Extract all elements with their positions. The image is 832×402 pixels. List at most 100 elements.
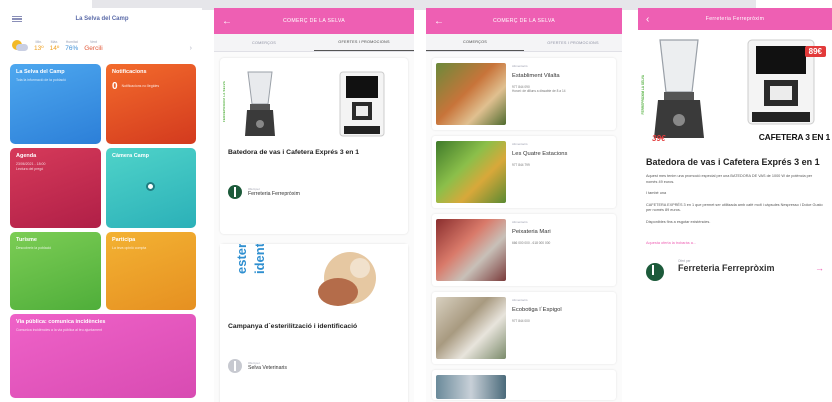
shop-photo [436, 63, 506, 125]
offer-detail-screen: ‹ Ferreteria Ferrepròxim FERREPROXIM LA … [638, 8, 832, 402]
weather-humidity: Humitat 76% [65, 40, 78, 52]
shop-photo [436, 141, 506, 203]
seller-name: Ferreteria Ferrepròxim [248, 191, 300, 198]
shop-item[interactable]: Alimentació Peixateria Mari 666 000 000 … [432, 214, 616, 286]
arrow-right-icon[interactable]: → [815, 263, 824, 273]
tile-title: Participa [112, 237, 136, 243]
tile-tourism[interactable]: Turisme Descobreix la població [10, 232, 101, 310]
shop-category: Alimentació [512, 64, 528, 68]
header-title: COMERÇ DE LA SELVA [283, 18, 345, 24]
vet-logo-icon [228, 359, 242, 374]
shop-name: Ecobotiga l´Espigol [512, 307, 562, 313]
shop-photo [436, 375, 506, 399]
tile-title: Agenda [16, 153, 37, 159]
tab-bar: COMERÇOS OFERTES I PROMOCIONS [214, 34, 414, 52]
offer-image: FERREPROXIM LA SELVA [220, 64, 408, 140]
notification-number: 0 [112, 81, 118, 92]
detail-image: FERREPROXIM LA SELVA 39€ 89€ CAFETERA 3 … [638, 30, 832, 152]
offer-description: CAFETERA EXPRÉS 3 en 1 que permet ser ut… [646, 202, 823, 213]
product-caption: CAFETERA 3 EN 1 [758, 132, 831, 142]
tile-notifications[interactable]: Notificacions 0 Notificacions no llegide… [106, 64, 196, 144]
tile-title: La Selva del Camp [16, 69, 65, 75]
tab-offers[interactable]: OFERTES I PROMOCIONS [314, 34, 414, 51]
shop-item[interactable] [432, 370, 616, 400]
weather-min: Min. 13º [34, 40, 44, 52]
tile-agenda[interactable]: Agenda 23/06/2021 - 18:00 Lectura del pr… [10, 148, 101, 228]
weather-value: 14º [49, 45, 60, 52]
where-to-find-link[interactable]: Aquesta oferta la trobaràs a... [646, 241, 824, 245]
store-logo-icon [228, 185, 242, 200]
weather-label: Màx. [50, 40, 59, 44]
weather-value: 76% [65, 45, 79, 52]
tab-bar: COMERÇOS OFERTES I PROMOCIONS [426, 34, 622, 52]
store-logo-icon [646, 263, 664, 282]
price-left: 39€ [652, 134, 666, 143]
shop-phone: 666 000 000 - 618 000 000 [512, 241, 551, 245]
products-illustration [245, 71, 385, 137]
detail-body: Batedora de vas i Cafetera Exprés 3 en 1… [638, 156, 832, 282]
tile-participa[interactable]: Participa La teva opinió compta [106, 232, 196, 310]
offer-title: Batedora de vas i Cafetera Exprés 3 en 1 [228, 149, 360, 156]
shop-hours: Horari: de dilluns a dissabte de 8 a 14 [512, 89, 566, 94]
price-right: 89€ [804, 46, 826, 57]
app-header: ‹ Ferreteria Ferrepròxim [638, 8, 832, 30]
offer-seller: Ofert per Selva Veterinaris [220, 359, 408, 374]
offer-card[interactable]: ⋮ FERREPROXIM LA SELVA Batedora d [220, 58, 408, 234]
tile-title: Càmera Camp [112, 153, 149, 159]
back-arrow-icon[interactable]: ← [222, 16, 240, 27]
offer-description: Aquest mes tenim una promoció especial p… [646, 174, 813, 184]
page-title: La Selva del Camp [75, 16, 129, 22]
weather-value: Gercili [84, 45, 103, 52]
shop-item[interactable]: Alimentació Les Quatre Estacions 977 844… [432, 136, 616, 208]
chevron-right-icon[interactable]: › [190, 45, 192, 52]
offer-card[interactable]: ⋮ esterilitza identifica Campanya d´este… [220, 213, 408, 402]
offers-screen: ← COMERÇ DE LA SELVA COMERÇOS OFERTES I … [214, 8, 414, 402]
shop-item[interactable]: Alimentació Establiment Vilalta 977 844 … [432, 58, 616, 130]
notification-count: 0 Notificacions no llegides [112, 81, 190, 92]
weather-label: Min. [35, 40, 43, 44]
brand-strip: FERREPROXIM LA SELVA [220, 64, 228, 140]
menu-icon[interactable] [12, 15, 22, 23]
shop-category: Alimentació [512, 298, 528, 302]
shop-phone: 977 844 000 [512, 319, 530, 323]
app-screenshots-collage: La Selva del Camp Min. 13º Màx. 14º Humi… [0, 0, 832, 402]
detail-seller[interactable]: Ofert per Ferreteria Ferrepròxim → [646, 259, 824, 282]
tab-shops[interactable]: COMERÇOS [214, 34, 314, 51]
sterilization-banner: esterilitza identifica [220, 213, 408, 314]
offer-seller: Ofert per Ferreteria Ferrepròxim [220, 185, 408, 200]
shop-name: Establiment Vilalta [512, 73, 560, 79]
tab-offers[interactable]: OFERTES I PROMOCIONS [524, 34, 622, 51]
notification-desc: Notificacions no llegides [121, 84, 160, 89]
shop-phone: 977 844 799 [512, 163, 530, 167]
svg-text:identifica: identifica [252, 244, 267, 274]
back-arrow-icon[interactable]: ‹ [646, 14, 664, 25]
header-title: COMERÇ DE LA SELVA [493, 18, 555, 24]
weather-max: Màx. 14º [50, 40, 60, 52]
shop-photo [436, 219, 506, 281]
partly-cloudy-icon [12, 40, 28, 52]
offer-title: Batedora de vas i Cafetera Exprés 3 en 1 [646, 157, 820, 167]
tile-subtitle: Descobreix la població [16, 246, 52, 250]
tile-public-road[interactable]: Via pública: comunica incidències Comuni… [10, 314, 196, 398]
tile-subtitle: La teva opinió compta [112, 246, 147, 250]
svg-text:esterilitza: esterilitza [234, 244, 249, 274]
shop-item[interactable]: Alimentació Ecobotiga l´Espigol 977 844 … [432, 292, 616, 364]
seller-name: Selva Veterinaris [248, 365, 287, 372]
home-header: La Selva del Camp [2, 8, 202, 30]
tile-webcam[interactable]: Càmera Camp [106, 148, 196, 228]
shops-screen: ← COMERÇ DE LA SELVA COMERÇOS OFERTES I … [426, 8, 622, 402]
seller-name: Ferreteria Ferrepròxim [678, 263, 775, 274]
shop-category: Alimentació [512, 220, 528, 224]
tab-shops[interactable]: COMERÇOS [426, 34, 524, 51]
header-title: Ferreteria Ferrepròxim [705, 16, 765, 22]
app-header: ← COMERÇ DE LA SELVA [426, 8, 622, 34]
shop-category: Alimentació [512, 142, 528, 146]
shop-name: Les Quatre Estacions [512, 151, 568, 157]
weather-label: Humitat [65, 40, 78, 44]
shop-name: Peixateria Mari [512, 229, 551, 235]
tile-town[interactable]: La Selva del Camp Tota la informació de … [10, 64, 101, 144]
weather-label: Vent [89, 40, 97, 44]
shop-photo [436, 297, 506, 359]
offer-title: Campanya d´esterilització i identificaci… [228, 323, 358, 330]
back-arrow-icon[interactable]: ← [434, 16, 452, 27]
